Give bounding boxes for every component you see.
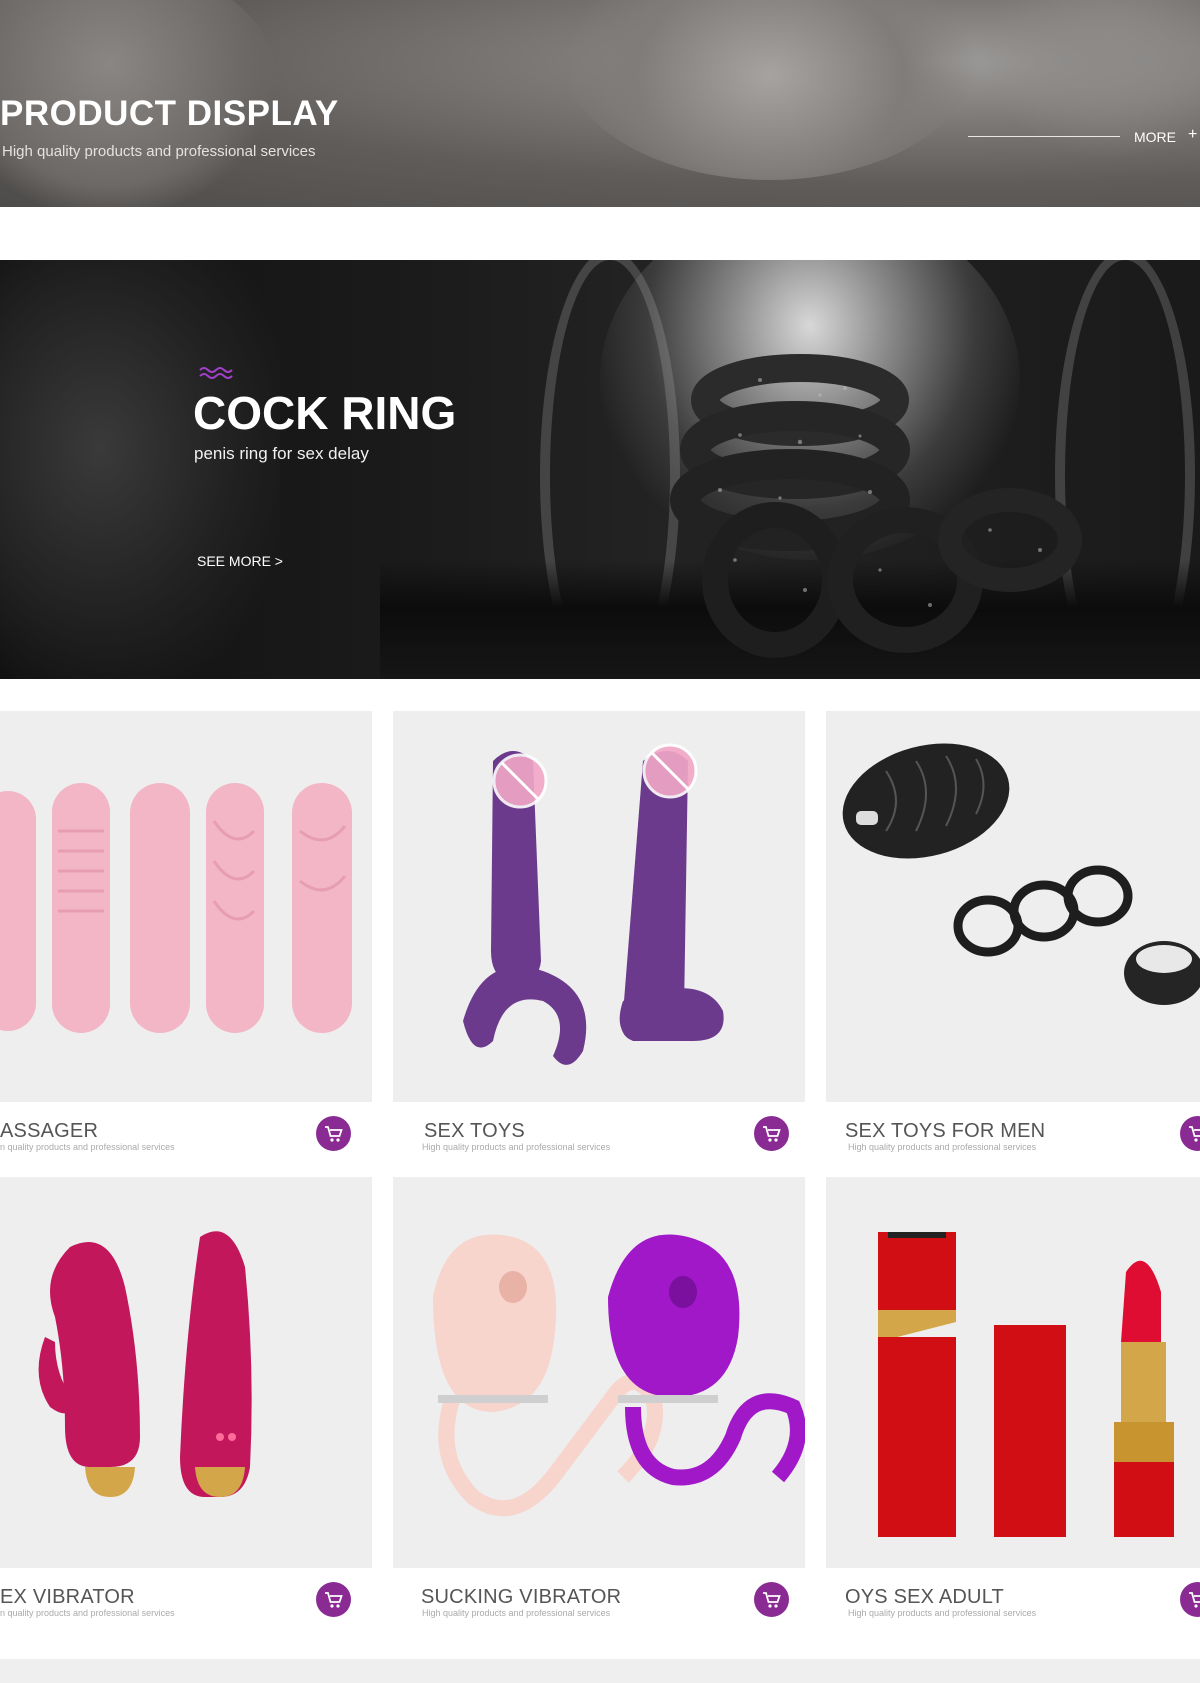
product-display-header: PRODUCT DISPLAY High quality products an… <box>0 0 1200 207</box>
add-to-cart-button[interactable] <box>1180 1582 1200 1617</box>
product-card-massager[interactable]: ASSAGER n quality products and professio… <box>0 711 372 1176</box>
lipstick-vibrator-product-image <box>878 1232 1174 1537</box>
product-name[interactable]: ASSAGER <box>0 1120 98 1143</box>
see-more-link[interactable]: SEE MORE > <box>197 553 283 569</box>
product-card-sucking-vibrator[interactable]: SUCKING VIBRATOR High quality products a… <box>393 1177 805 1642</box>
banner-title: COCK RING <box>193 387 457 439</box>
product-name[interactable]: OYS SEX ADULT <box>845 1586 1004 1609</box>
cart-icon <box>325 1592 343 1608</box>
product-subtitle: High quality products and professional s… <box>848 1142 1037 1152</box>
product-image <box>826 1177 1200 1568</box>
cart-icon <box>763 1126 781 1142</box>
add-to-cart-button[interactable] <box>1180 1116 1200 1151</box>
product-name[interactable]: SEX TOYS <box>424 1120 525 1143</box>
sex-toys-for-men-product-image <box>842 743 1200 1005</box>
product-image <box>0 711 372 1102</box>
cart-icon <box>763 1592 781 1608</box>
page-subtitle: High quality products and professional s… <box>2 143 316 160</box>
cart-icon <box>1189 1126 1200 1142</box>
wave-icon <box>199 367 233 379</box>
cart-icon <box>325 1126 343 1142</box>
product-subtitle: High quality products and professional s… <box>848 1608 1037 1618</box>
footer-strip <box>0 1659 1200 1683</box>
page-title: PRODUCT DISPLAY <box>0 94 339 133</box>
sucking-vibrator-product-image <box>433 1234 805 1517</box>
cock-ring-banner: COCK RING penis ring for sex delay SEE M… <box>0 260 1200 679</box>
product-image <box>393 711 805 1102</box>
product-subtitle: n quality products and professional serv… <box>0 1142 175 1152</box>
header-background-shape <box>560 0 980 180</box>
sex-vibrator-product-image <box>38 1231 252 1497</box>
header-divider-line <box>968 136 1120 137</box>
product-subtitle: n quality products and professional serv… <box>0 1608 175 1618</box>
product-subtitle: High quality products and professional s… <box>422 1608 611 1618</box>
more-link[interactable]: MORE <box>1134 129 1176 145</box>
product-image <box>393 1177 805 1568</box>
product-card-sex-toys-for-men[interactable]: SEX TOYS FOR MEN High quality products a… <box>826 711 1200 1176</box>
sex-toys-product-image <box>463 743 724 1065</box>
product-image <box>826 711 1200 1102</box>
product-card-sex-vibrator[interactable]: EX VIBRATOR n quality products and profe… <box>0 1177 372 1642</box>
add-to-cart-button[interactable] <box>316 1582 351 1617</box>
cock-ring-product-image <box>670 354 1082 658</box>
banner-subtitle: penis ring for sex delay <box>194 444 369 463</box>
add-to-cart-button[interactable] <box>754 1582 789 1617</box>
product-card-toys-sex-adult[interactable]: OYS SEX ADULT High quality products and … <box>826 1177 1200 1642</box>
product-name[interactable]: SEX TOYS FOR MEN <box>845 1120 1045 1143</box>
product-name[interactable]: EX VIBRATOR <box>0 1586 135 1609</box>
product-name[interactable]: SUCKING VIBRATOR <box>421 1586 621 1609</box>
product-card-sex-toys[interactable]: SEX TOYS High quality products and profe… <box>393 711 805 1176</box>
product-image <box>0 1177 372 1568</box>
cart-icon <box>1189 1592 1200 1608</box>
massager-product-image <box>0 783 352 1033</box>
add-to-cart-button[interactable] <box>754 1116 789 1151</box>
add-to-cart-button[interactable] <box>316 1116 351 1151</box>
plus-icon[interactable]: + <box>1188 126 1197 144</box>
product-subtitle: High quality products and professional s… <box>422 1142 611 1152</box>
